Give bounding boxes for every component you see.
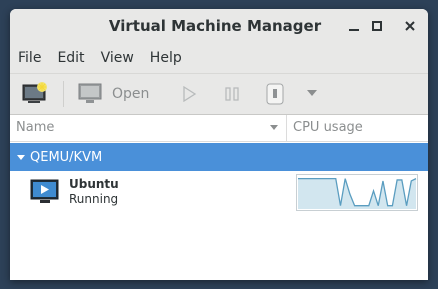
close-icon [405,21,415,31]
close-button[interactable] [396,9,424,43]
maximize-icon [372,21,382,31]
menu-help[interactable]: Help [142,43,190,73]
main-window: Virtual Machine Manager File Edit View H… [10,9,428,280]
new-vm-button[interactable] [22,82,48,106]
vm-icon [30,179,60,209]
cpu-usage-graph [296,174,418,211]
column-header: Name CPU usage [10,115,428,142]
pause-button[interactable] [224,86,240,102]
connection-row[interactable]: QEMU/KVM [10,143,428,171]
column-name-header[interactable]: Name [10,115,287,141]
menu-file[interactable]: File [10,43,49,73]
pause-icon [225,87,239,101]
vm-status: Running [69,192,119,206]
column-cpu-header[interactable]: CPU usage [287,115,428,141]
title-bar[interactable]: Virtual Machine Manager [10,9,428,43]
vm-monitor-icon [30,179,59,203]
monitor-icon [78,83,102,103]
shutdown-button[interactable] [266,83,284,105]
toolbar: Open [10,74,428,115]
window-title: Virtual Machine Manager [108,17,322,35]
maximize-button[interactable] [363,9,391,43]
column-cpu-label: CPU usage [293,120,363,135]
menu-edit[interactable]: Edit [49,43,92,73]
minimize-icon [349,29,359,31]
menu-view[interactable]: View [93,43,142,73]
open-button[interactable]: Open [78,83,149,105]
sort-arrow-icon [270,125,278,130]
chevron-down-icon [307,90,317,96]
vm-name: Ubuntu [69,177,119,191]
new-vm-icon [22,82,47,103]
shutdown-icon [266,83,284,105]
column-name-label: Name [16,120,55,135]
vm-row[interactable]: Ubuntu Running [10,171,428,213]
connection-label: QEMU/KVM [30,149,103,165]
play-icon [183,86,197,102]
toolbar-separator [63,81,64,107]
open-label: Open [112,86,150,102]
shutdown-menu-button[interactable] [306,89,318,97]
run-button[interactable] [181,86,197,102]
expand-arrow-icon[interactable] [17,154,25,160]
menu-bar: File Edit View Help [10,43,428,74]
